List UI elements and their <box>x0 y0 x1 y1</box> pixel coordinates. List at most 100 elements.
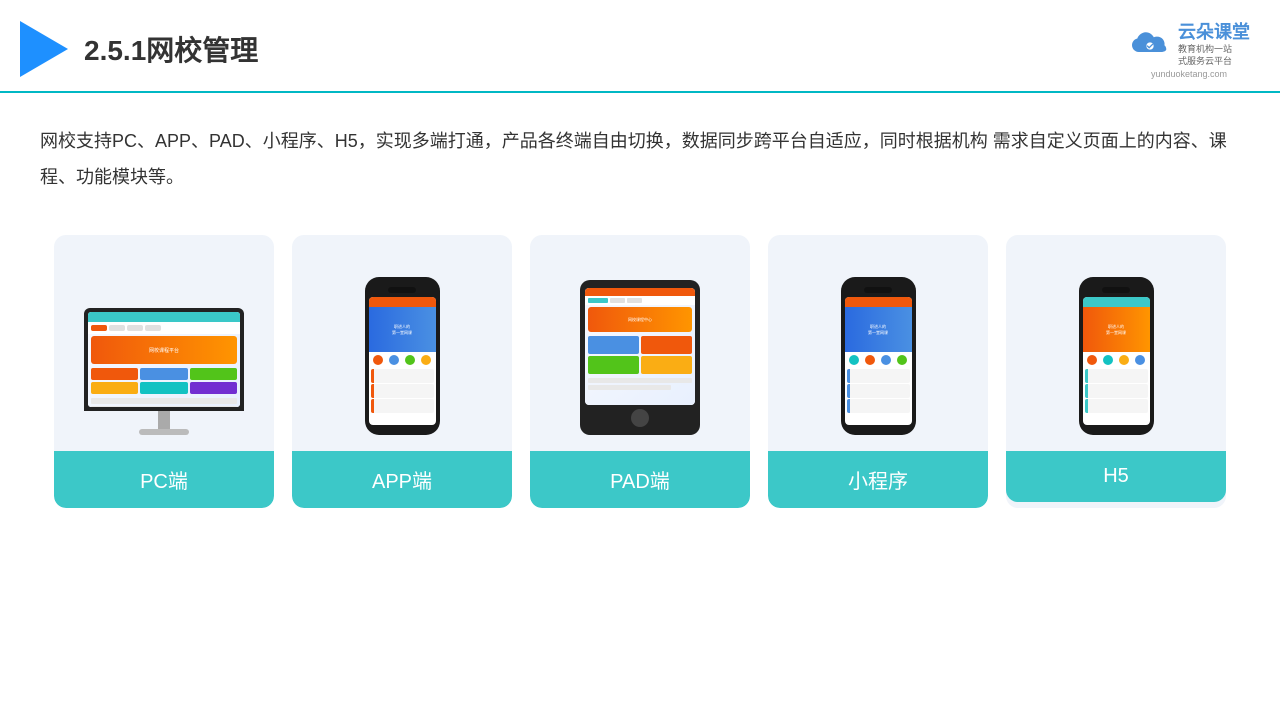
pc-label: PC端 <box>54 451 274 508</box>
monitor-screen: 网校课程平台 <box>88 312 240 407</box>
logo-triangle-icon <box>20 21 68 77</box>
nav-dot <box>127 325 143 331</box>
miniprogram-screen: 职进人的第一堂网课 <box>845 297 912 425</box>
pc-grid <box>88 366 240 396</box>
app-phone-frame: 职进人的第一堂网课 <box>365 277 440 435</box>
miniprogram-phone-frame: 职进人的第一堂网课 <box>841 277 916 435</box>
page-title: 2.5.1网校管理 <box>84 29 258 69</box>
h5-icons <box>1083 352 1150 368</box>
miniprogram-label: 小程序 <box>768 451 988 508</box>
pc-screen-content: 网校课程平台 <box>88 312 240 407</box>
h5-notch <box>1102 287 1130 293</box>
miniprogram-icons <box>845 352 912 368</box>
pad-nav-item <box>627 298 642 303</box>
app-label: APP端 <box>292 451 512 508</box>
pad-list-item <box>588 378 692 383</box>
course-item <box>371 369 434 383</box>
main-content: 网校支持PC、APP、PAD、小程序、H5，实现多端打通，产品各终端自由切换，数… <box>0 93 1280 528</box>
pad-grid-item <box>641 336 692 354</box>
h5-course <box>1085 399 1148 413</box>
app-icon <box>373 355 383 365</box>
pad-nav <box>585 296 695 305</box>
pad-nav-item <box>610 298 625 303</box>
card-pad: 网校课程中心 <box>530 235 750 508</box>
course-item <box>371 384 434 398</box>
pad-grid-item <box>588 336 639 354</box>
mini-course <box>847 399 910 413</box>
tablet-home-btn <box>631 409 649 427</box>
brand-url: yunduoketang.com <box>1151 69 1227 79</box>
mini-icon <box>897 355 907 365</box>
description-text: 网校支持PC、APP、PAD、小程序、H5，实现多端打通，产品各终端自由切换，数… <box>40 123 1240 195</box>
mini-course <box>847 384 910 398</box>
app-icons-row <box>369 352 436 368</box>
pad-header <box>585 288 695 296</box>
pad-list <box>585 376 695 392</box>
monitor-outer: 网校课程平台 <box>84 308 244 411</box>
card-app: 职进人的第一堂网课 <box>292 235 512 508</box>
card-pc: 网校课程平台 <box>54 235 274 508</box>
nav-dot <box>109 325 125 331</box>
card-miniprogram: 职进人的第一堂网课 <box>768 235 988 508</box>
h5-icon <box>1119 355 1129 365</box>
h5-icon <box>1103 355 1113 365</box>
miniprogram-banner: 职进人的第一堂网课 <box>845 307 912 352</box>
list-item <box>91 406 237 407</box>
pc-list <box>88 396 240 407</box>
h5-course <box>1085 384 1148 398</box>
h5-courses <box>1083 368 1150 415</box>
app-icon <box>405 355 415 365</box>
pad-label: PAD端 <box>530 451 750 508</box>
miniprogram-notch <box>864 287 892 293</box>
grid-item <box>140 382 187 394</box>
app-phone-screen: 职进人的第一堂网课 <box>369 297 436 425</box>
h5-screen: 职进人的第一堂网课 <box>1083 297 1150 425</box>
pc-header-bar <box>88 312 240 322</box>
header: 2.5.1网校管理 云朵课堂 教育机构一站式服务云平台 yunduoketang… <box>0 0 1280 93</box>
nav-dot <box>91 325 107 331</box>
pad-banner: 网校课程中心 <box>588 307 692 332</box>
h5-icon <box>1087 355 1097 365</box>
pad-grid-item <box>588 356 639 374</box>
app-banner-title: 职进人的第一堂网课 <box>392 324 412 335</box>
app-screen-header <box>369 297 436 307</box>
header-left: 2.5.1网校管理 <box>20 21 258 77</box>
pad-mockup: 网校课程中心 <box>546 255 734 435</box>
cloud-icon <box>1128 28 1172 58</box>
brand-logo: 云朵课堂 教育机构一站式服务云平台 <box>1128 18 1250 67</box>
h5-icon <box>1135 355 1145 365</box>
app-icon <box>421 355 431 365</box>
course-item <box>371 399 434 413</box>
brand-name: 云朵课堂 <box>1178 18 1250 44</box>
pad-grid-item <box>641 356 692 374</box>
monitor-base <box>158 411 170 429</box>
miniprogram-mockup: 职进人的第一堂网课 <box>784 255 972 435</box>
h5-mockup: 职进人的第一堂网课 <box>1022 255 1210 435</box>
pad-screen-content: 网校课程中心 <box>585 288 695 405</box>
tablet-frame: 网校课程中心 <box>580 280 700 435</box>
h5-header <box>1083 297 1150 307</box>
miniprogram-courses <box>845 368 912 415</box>
mini-icon <box>865 355 875 365</box>
pc-monitor: 网校课程平台 <box>84 308 244 435</box>
card-h5: 职进人的第一堂网课 <box>1006 235 1226 508</box>
pad-banner-text: 网校课程中心 <box>628 317 652 323</box>
app-icon <box>389 355 399 365</box>
app-phone-banner: 职进人的第一堂网课 <box>369 307 436 352</box>
h5-course <box>1085 369 1148 383</box>
brand-text-container: 云朵课堂 教育机构一站式服务云平台 <box>1178 18 1250 67</box>
phone-notch <box>388 287 416 293</box>
app-mockup: 职进人的第一堂网课 <box>308 255 496 435</box>
miniprogram-banner-title: 职进人的第一堂网课 <box>868 324 888 335</box>
h5-label: H5 <box>1006 451 1226 502</box>
tablet-screen: 网校课程中心 <box>585 288 695 405</box>
list-item <box>91 398 237 404</box>
brand-tagline: 教育机构一站式服务云平台 <box>1178 44 1232 67</box>
mini-icon <box>849 355 859 365</box>
pc-banner-text: 网校课程平台 <box>149 347 179 354</box>
grid-item <box>190 368 237 380</box>
grid-item <box>91 382 138 394</box>
pad-list-item <box>588 385 671 390</box>
pc-mockup: 网校课程平台 <box>70 255 258 435</box>
grid-item <box>190 382 237 394</box>
